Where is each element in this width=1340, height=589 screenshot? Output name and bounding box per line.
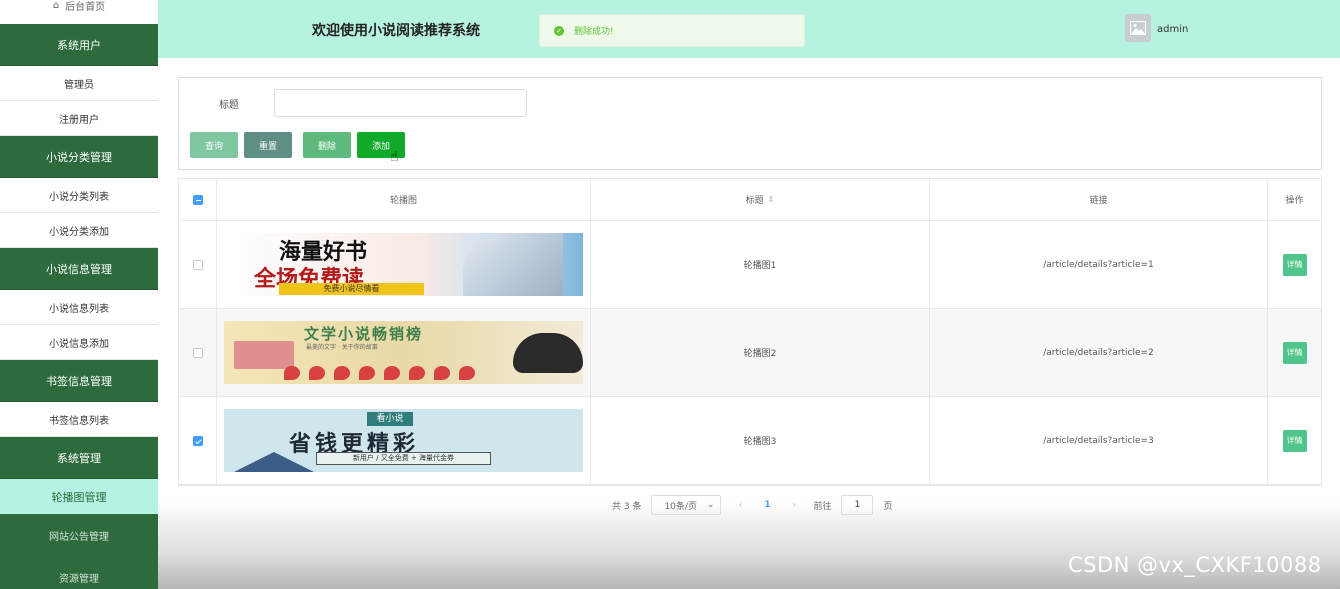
select-all-checkbox[interactable] — [192, 194, 203, 205]
banner-sub: 新用户 / 又全免费 + 海量代金券 — [316, 452, 491, 465]
banner-strip: 免费小说尽情看 — [279, 283, 424, 295]
hand-cursor-icon: ☝ — [390, 149, 399, 165]
table-header-row: 轮播图 标题 ⇕ 链接 操作 — [179, 179, 1321, 221]
row-checkbox[interactable] — [192, 435, 203, 446]
sidebar-item-resources[interactable]: 资源管理 — [0, 556, 158, 589]
row-link: /article/details?article=3 — [930, 397, 1268, 484]
top-header: 欢迎使用小说阅读推荐系统 ✓ 删除成功! admin — [158, 0, 1340, 58]
goto-page-input[interactable]: 1 — [841, 495, 874, 515]
page-suffix: 页 — [883, 501, 893, 512]
sidebar-item-novel-list[interactable]: 小说信息列表 — [0, 290, 158, 325]
row-checkbox[interactable] — [192, 347, 203, 358]
pagination-total: 共 3 条 — [612, 501, 642, 512]
row-title: 轮播图1 — [591, 221, 930, 308]
banner-figure — [463, 233, 563, 296]
title-label: 标题 — [219, 100, 239, 111]
main-content: 标题 查询 重置 删除 添加 ☝ 轮播图 标题 ⇕ 链接 操作 海量好书 全场免 — [158, 58, 1340, 589]
column-header-banner: 轮播图 — [217, 179, 591, 220]
column-header-title[interactable]: 标题 ⇕ — [591, 179, 930, 220]
column-header-action: 操作 — [1285, 196, 1304, 206]
page-size-select[interactable]: 10条/页 ⌄ — [651, 495, 722, 515]
page-number-current[interactable]: 1 — [759, 500, 775, 510]
page-size-value: 10条/页 — [664, 501, 697, 512]
sidebar-item-bookmark-list[interactable]: 书签信息列表 — [0, 402, 158, 437]
query-button[interactable]: 查询 — [190, 132, 238, 158]
banner-tags — [284, 366, 475, 380]
table-row: 海量好书 全场免费读 免费小说尽情看 轮播图1 /article/details… — [179, 221, 1321, 309]
sidebar-group-novel-category[interactable]: 小说分类管理 — [0, 136, 158, 178]
watermark: CSDN @vx_CXKF10088 — [1068, 553, 1322, 577]
banner-image: 文学小说畅销榜 最美的文字 · 关于你的故事 — [224, 321, 583, 384]
search-panel: 标题 查询 重置 删除 添加 — [178, 77, 1322, 170]
column-header-title-label: 标题 — [745, 196, 764, 206]
check-circle-icon: ✓ — [554, 25, 564, 36]
sidebar-group-bookmark[interactable]: 书签信息管理 — [0, 360, 158, 402]
image-icon — [1130, 21, 1146, 35]
home-icon: ⌂ — [52, 0, 60, 11]
sidebar: ⌂ 后台首页 系统用户 管理员 注册用户 小说分类管理 小说分类列表 小说分类添… — [0, 0, 158, 589]
banner-image: 看小说 省钱更精彩 新用户 / 又全免费 + 海量代金券 — [224, 409, 583, 472]
pagination: 共 3 条 10条/页 ⌄ ‹ 1 › 前往 1 页 — [612, 495, 892, 515]
avatar[interactable] — [1125, 14, 1151, 42]
success-toast: ✓ 删除成功! — [539, 14, 805, 47]
chevron-down-icon: ⌄ — [706, 500, 715, 510]
goto-label: 前往 — [813, 501, 832, 512]
row-link: /article/details?article=2 — [930, 309, 1268, 396]
banner-book — [234, 341, 294, 369]
row-link: /article/details?article=1 — [930, 221, 1268, 308]
sort-icon[interactable]: ⇕ — [768, 195, 775, 204]
delete-button[interactable]: 删除 — [303, 132, 351, 158]
toast-message: 删除成功! — [574, 27, 614, 37]
sidebar-item-admins[interactable]: 管理员 — [0, 66, 158, 101]
table-row: 看小说 省钱更精彩 新用户 / 又全免费 + 海量代金券 轮播图3 /artic… — [179, 397, 1321, 485]
row-title: 轮播图3 — [591, 397, 930, 484]
carousel-table: 轮播图 标题 ⇕ 链接 操作 海量好书 全场免费读 免费小说尽情看 轮播图1 /… — [178, 178, 1322, 486]
table-row: 文学小说畅销榜 最美的文字 · 关于你的故事 轮播图2 /article/det… — [179, 309, 1321, 397]
sidebar-item-novel-add[interactable]: 小说信息添加 — [0, 325, 158, 360]
username[interactable]: admin — [1157, 24, 1188, 35]
sidebar-item-registered-users[interactable]: 注册用户 — [0, 101, 158, 136]
banner-sub: 最美的文字 · 关于你的故事 — [306, 344, 378, 351]
sidebar-item-carousel[interactable]: 轮播图管理 — [0, 479, 158, 514]
reset-button[interactable]: 重置 — [244, 132, 292, 158]
title-search-input[interactable] — [274, 89, 527, 117]
column-header-link: 链接 — [930, 179, 1268, 220]
sidebar-item-category-add[interactable]: 小说分类添加 — [0, 213, 158, 248]
sidebar-item-category-list[interactable]: 小说分类列表 — [0, 178, 158, 213]
next-page-icon[interactable]: › — [785, 500, 803, 511]
banner-person — [513, 333, 583, 373]
detail-button[interactable]: 详情 — [1282, 341, 1307, 364]
sidebar-item-announcements[interactable]: 网站公告管理 — [0, 514, 158, 556]
row-checkbox[interactable] — [192, 259, 203, 270]
banner-tag: 看小说 — [367, 412, 413, 426]
sidebar-group-system-users[interactable]: 系统用户 — [0, 24, 158, 66]
row-title: 轮播图2 — [591, 309, 930, 396]
sidebar-home-label: 后台首页 — [65, 1, 106, 13]
sidebar-group-novel-info[interactable]: 小说信息管理 — [0, 248, 158, 290]
banner-line1: 文学小说畅销榜 — [304, 325, 424, 343]
sidebar-home[interactable]: ⌂ 后台首页 — [0, 0, 158, 17]
banner-image: 海量好书 全场免费读 免费小说尽情看 — [224, 233, 583, 296]
detail-button[interactable]: 详情 — [1282, 429, 1307, 452]
page-title: 欢迎使用小说阅读推荐系统 — [312, 23, 480, 39]
detail-button[interactable]: 详情 — [1282, 253, 1307, 276]
sidebar-group-system-management[interactable]: 系统管理 — [0, 437, 158, 479]
prev-page-icon[interactable]: ‹ — [731, 500, 749, 511]
